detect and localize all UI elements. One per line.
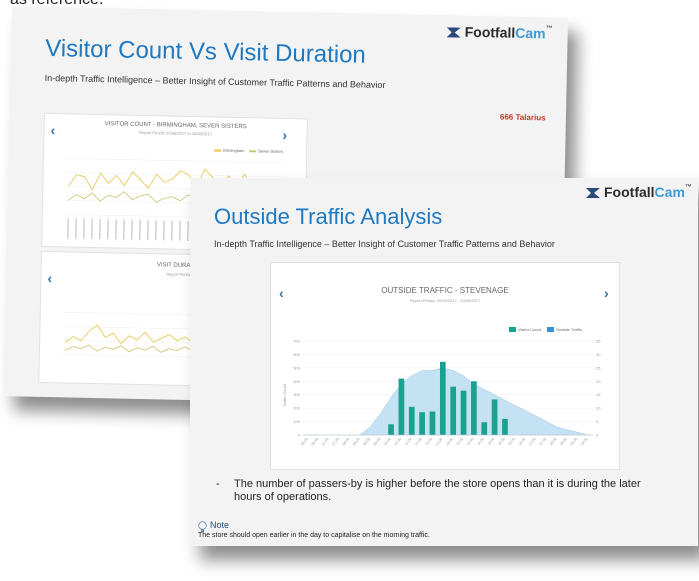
slide-subtitle: In-depth Traffic Intelligence – Better I… xyxy=(214,239,555,249)
y2-tick-label: 10 xyxy=(596,406,601,411)
outside-traffic-chart-panel: ‹ › OUTSIDE TRAFFIC - STEVENAGE Report P… xyxy=(270,262,620,470)
y-tick-label: 600 xyxy=(293,352,300,357)
talarius-logo: 666 Talarius xyxy=(499,112,546,123)
slide-title: Visitor Count Vs Visit Duration xyxy=(44,34,367,69)
note-text: The store should open earlier in the day… xyxy=(198,532,430,539)
x-tick-label: 10:30 xyxy=(393,437,402,446)
y2-tick-label: 25 xyxy=(596,365,601,370)
footfallcam-logo: FootfallCam™ xyxy=(586,184,692,200)
visitor-count-bar xyxy=(419,412,425,435)
y-tick-label: 700 xyxy=(293,339,300,344)
x-tick-label: 17:00 xyxy=(528,437,537,446)
x-tick-label: 14:00 xyxy=(466,437,475,446)
footfallcam-mark-icon xyxy=(446,27,461,38)
note-label: Note xyxy=(210,520,230,530)
outside-traffic-area xyxy=(303,367,593,436)
visitor-count-bar xyxy=(471,381,477,435)
x-tick-label: 08:00 xyxy=(342,437,351,446)
x-tick-label: 16:00 xyxy=(507,437,516,446)
x-tick-label: 19:00 xyxy=(569,437,578,446)
visitor-count-bar xyxy=(398,378,405,435)
x-tick-label: 09:30 xyxy=(373,437,382,446)
x-tick-label: 07:00 xyxy=(321,437,330,446)
x-tick-label: 09:00 xyxy=(362,437,371,446)
x-tick-label: 07:30 xyxy=(331,437,340,446)
visitor-count-bar xyxy=(439,361,446,435)
y-tick-label: 0 xyxy=(298,433,301,438)
x-tick-label: 17:30 xyxy=(538,437,547,446)
outside-traffic-combo-chart: 0 100 200 300 400 500 600 700 0 5 10 15 20 25 30 35 06:0… xyxy=(293,339,601,447)
visitor-count-bar xyxy=(388,424,394,435)
bullet-text: The number of passers-by is higher befor… xyxy=(234,478,641,503)
y2-tick-label: 5 xyxy=(596,419,599,424)
visitor-count-bar xyxy=(502,418,508,435)
y-tick-label: 100 xyxy=(293,419,300,424)
y2-tick-label: 30 xyxy=(596,352,601,357)
footfallcam-mark-icon xyxy=(586,188,600,199)
x-tick-label: 10:00 xyxy=(383,437,392,446)
slide-subtitle: In-depth Traffic Intelligence – Better I… xyxy=(44,72,386,91)
slide-outside-traffic: FootfallCam™ Outside Traffic Analysis In… xyxy=(190,178,698,546)
x-tick-label: 18:30 xyxy=(559,437,568,446)
y2-tick-label: 20 xyxy=(596,379,601,384)
visitor-count-bar xyxy=(460,390,467,435)
y-tick-label: 200 xyxy=(293,406,300,411)
visitor-count-bar xyxy=(429,411,436,435)
visitor-count-bar xyxy=(491,399,498,435)
y2-tick-label: 35 xyxy=(596,339,601,344)
y2-tick-label: 15 xyxy=(596,392,601,397)
x-tick-label: 18:00 xyxy=(549,437,558,446)
x-tick-label: 12:30 xyxy=(435,437,444,446)
y-tick-label: 400 xyxy=(293,379,300,384)
visitor-count-bar xyxy=(408,406,415,435)
x-tick-label: 19:30 xyxy=(580,437,589,446)
x-tick-label: 16:30 xyxy=(518,437,527,446)
footfallcam-logo: FootfallCam™ xyxy=(446,23,553,41)
x-tick-label: 13:00 xyxy=(445,437,454,446)
visitor-count-bar xyxy=(450,386,457,435)
y-tick-label: 500 xyxy=(293,365,300,370)
x-tick-label: 08:30 xyxy=(352,437,361,446)
x-tick-label: 11:30 xyxy=(414,437,423,446)
x-tick-label: 15:30 xyxy=(497,437,506,446)
y2-tick-label: 0 xyxy=(596,433,599,438)
visitor-count-bar xyxy=(481,422,488,435)
x-tick-label: 14:30 xyxy=(476,437,485,446)
bullet-dash: - xyxy=(216,478,220,490)
x-tick-label: 06:30 xyxy=(310,437,319,446)
x-tick-label: 11:00 xyxy=(404,437,413,446)
x-tick-label: 15:00 xyxy=(487,437,496,446)
x-tick-label: 06:00 xyxy=(300,437,309,446)
x-tick-label: 12:00 xyxy=(424,437,433,446)
x-tick-label: 13:30 xyxy=(455,437,464,446)
slide-title: Outside Traffic Analysis xyxy=(214,204,443,229)
y-tick-label: 300 xyxy=(293,392,300,397)
